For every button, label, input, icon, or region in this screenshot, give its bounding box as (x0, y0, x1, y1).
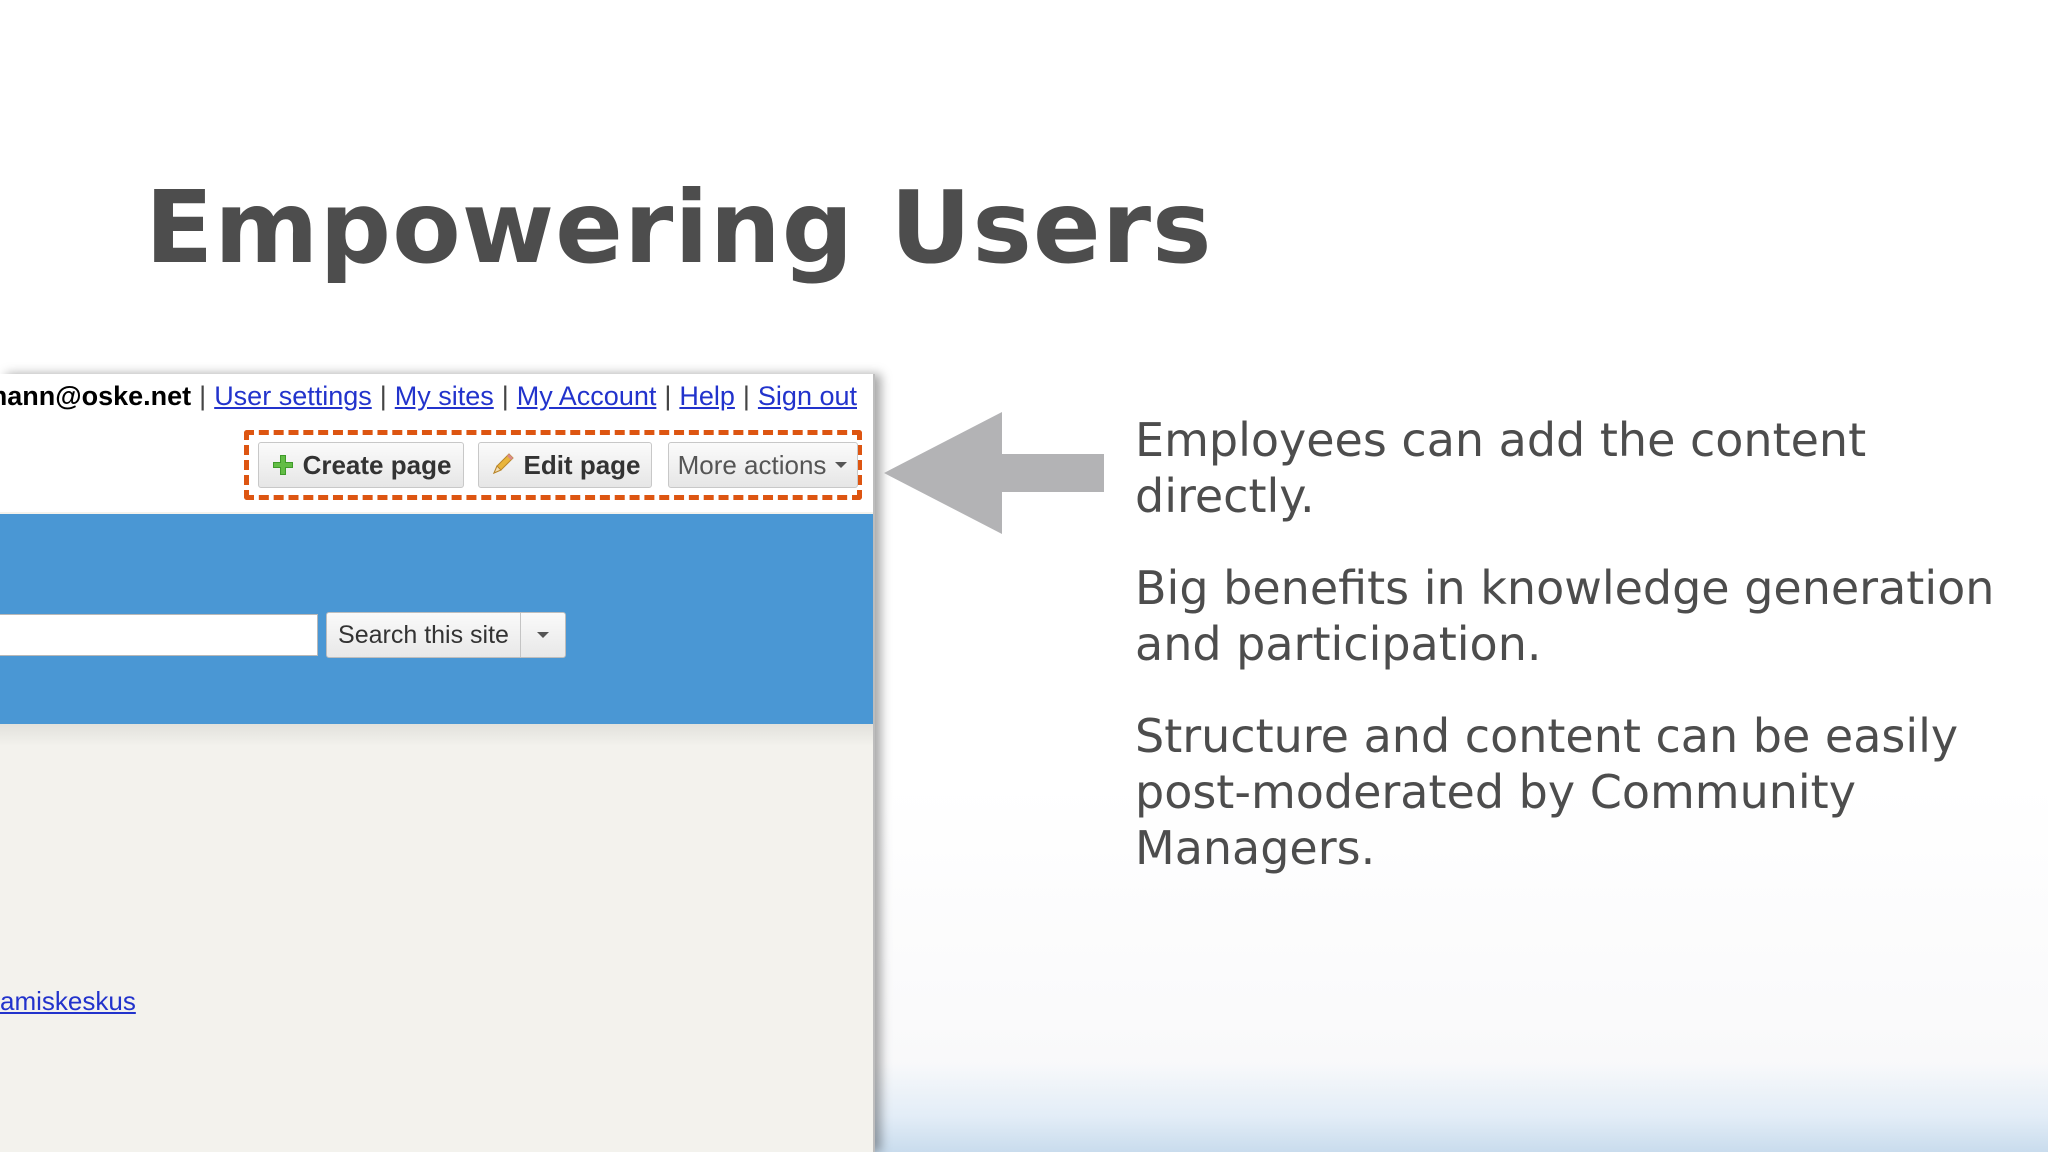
separator: | (379, 380, 387, 411)
user-settings-link[interactable]: User settings (214, 381, 372, 412)
user-links-bar: mann@oske.net | User settings | My sites… (0, 376, 857, 416)
separator: | (664, 380, 672, 411)
site-link[interactable]: amiskeskus (0, 986, 136, 1017)
create-page-label: Create page (302, 449, 452, 480)
header-shadow (0, 724, 873, 746)
help-link[interactable]: Help (679, 381, 735, 412)
create-page-button[interactable]: Create page (258, 442, 464, 488)
bullet-item: Structure and content can be easily post… (1135, 709, 1959, 875)
more-actions-button[interactable]: More actions (668, 442, 858, 488)
search-button[interactable]: Search this site (326, 612, 566, 658)
arrow-left-icon (884, 412, 1106, 538)
separator: | (742, 380, 750, 411)
my-account-link[interactable]: My Account (517, 381, 657, 412)
separator: | (199, 380, 207, 411)
pencil-icon (489, 452, 515, 478)
caret-down-icon (834, 460, 848, 470)
edit-page-button[interactable]: Edit page (478, 442, 652, 488)
search-button-label: Search this site (327, 613, 521, 657)
bullet-item: Employees can add the content directly. (1135, 413, 1867, 523)
sign-out-link[interactable]: Sign out (758, 381, 857, 412)
slide-title: Empowering Users (145, 169, 1213, 286)
bullet-list: Employees can add the content directly. … (1135, 412, 1995, 912)
my-sites-link[interactable]: My sites (395, 381, 494, 412)
more-actions-label: More actions (677, 449, 827, 480)
user-email: mann@oske.net (0, 380, 192, 411)
plus-icon (271, 453, 295, 477)
site-topbar: mann@oske.net | User settings | My sites… (0, 374, 873, 512)
search-input[interactable] (0, 614, 318, 656)
search-dropdown[interactable] (521, 613, 565, 657)
caret-down-icon (536, 630, 550, 640)
google-sites-screenshot: mann@oske.net | User settings | My sites… (0, 374, 875, 1152)
separator: | (501, 380, 509, 411)
bullet-item: Big benefits in knowledge generation and… (1135, 561, 1995, 671)
edit-page-label: Edit page (523, 449, 641, 480)
